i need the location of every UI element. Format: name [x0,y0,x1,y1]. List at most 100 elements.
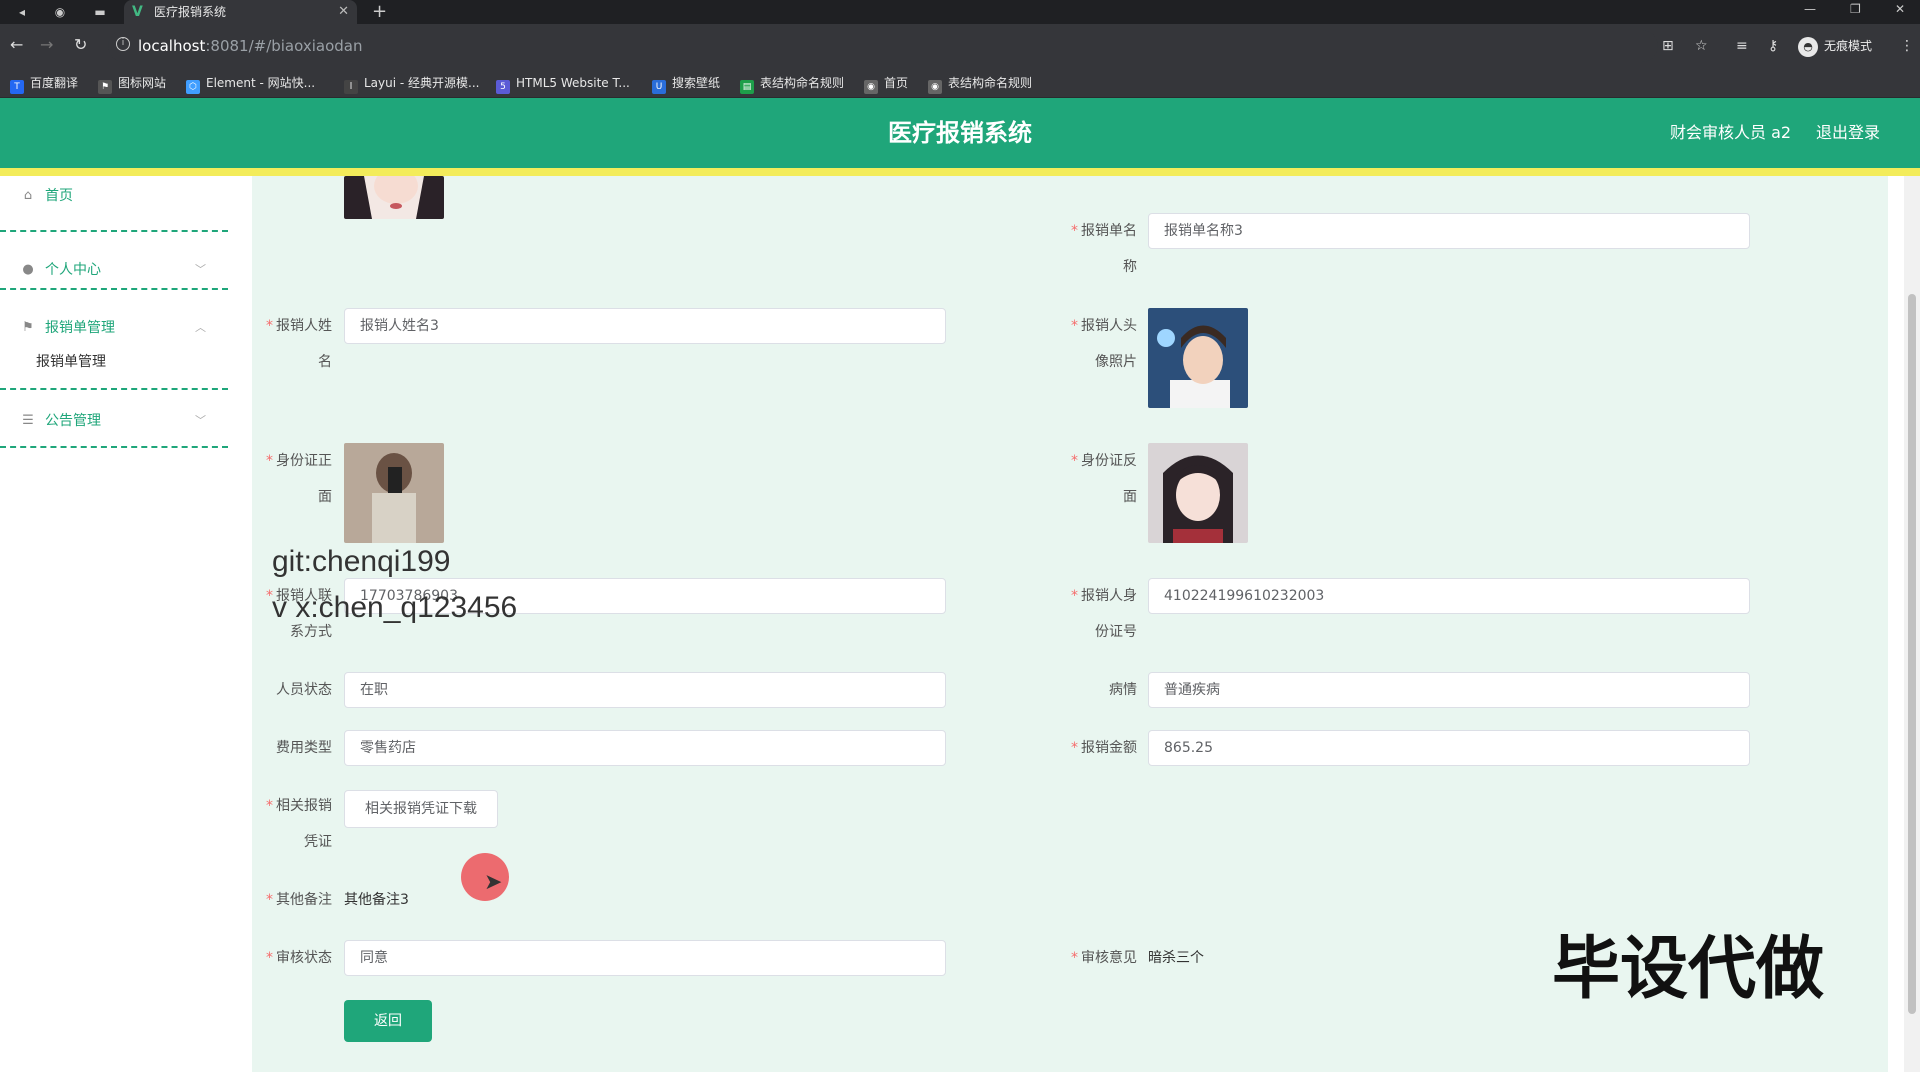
label-line: 报销金额 [1081,740,1137,756]
logout-link[interactable]: 退出登录 [1816,98,1880,168]
label-line: 面 [1123,489,1137,505]
app-title: 医疗报销系统 [888,119,1032,147]
wallpaper-icon: U [652,80,666,94]
label-line: 凭证 [304,834,332,850]
bookmark-item[interactable]: l Layui - 经典开源模... [344,68,479,98]
sidebar-subitem-reimbursement[interactable]: 报销单管理 [36,352,106,372]
label-line: 身份证正 [276,453,332,469]
restore-icon[interactable]: ❐ [1850,0,1861,18]
layui-icon: l [344,80,358,94]
url-path: :8081/#/biaoxiaodan [205,37,363,55]
label-line: 份证号 [1095,624,1137,640]
id-back-photo[interactable] [1148,443,1248,543]
avatar-label: * 报销人头 像照片 [1057,308,1137,380]
forward-arrow-icon[interactable]: → [40,35,53,55]
browser-tab[interactable]: V 医疗报销系统 ✕ [124,0,357,24]
back-arrow-icon[interactable]: ← [10,35,23,55]
sidebar-item-home[interactable]: ⌂ 首页 [0,176,228,232]
form-name-field[interactable]: 报销单名称3 [1148,213,1750,249]
avatar-photo[interactable] [1148,308,1248,408]
id-number-field[interactable]: 410224199610232003 [1148,578,1750,614]
label-line: 报销人头 [1081,318,1137,334]
label-line: 报销人姓 [276,318,332,334]
fee-type-field[interactable]: 零售药店 [344,730,946,766]
key-icon[interactable]: ⚷ [1768,37,1778,55]
window-icon[interactable]: ▬ [88,0,112,24]
flag-icon: ⚑ [98,80,112,94]
address-bar: ← → ↻ i localhost:8081/#/biaoxiaodan ⊞ ☆… [0,24,1920,68]
scrollbar[interactable] [1904,176,1920,1072]
home-icon: ⌂ [23,188,33,203]
remark-value: 其他备注3 [344,892,409,908]
incognito-indicator[interactable]: ◓ 无痕模式 [1798,36,1872,57]
label-line: 面 [318,489,332,505]
illness-label: 病情 [1109,682,1137,698]
bookmark-item[interactable]: 5 HTML5 Website T... [496,68,630,98]
url-field[interactable]: i localhost:8081/#/biaoxiaodan [108,30,1658,62]
incognito-icon: ◓ [1798,36,1818,57]
sidebar-item-notice[interactable]: ☰ 公告管理 ﹀ [0,390,228,448]
bookmark-item[interactable]: ⚑ 图标网站 [98,68,166,98]
id-front-photo[interactable] [344,443,444,543]
name-label: * 报销人姓名 [252,308,332,380]
id-back-label: * 身份证反面 [1057,443,1137,515]
bookmark-item[interactable]: T 百度翻译 [10,68,78,98]
form-name-label: * 报销单名称 [1057,213,1137,285]
close-window-icon[interactable]: ✕ [1895,0,1905,18]
minimize-icon[interactable]: — [1804,0,1816,18]
cut-off-photo [344,176,444,219]
globe-icon[interactable]: ◉ [48,0,72,24]
label-line: 报销单名 [1081,223,1137,239]
baidu-translate-icon: T [10,80,24,94]
remark-label: * 其他备注 [266,892,332,908]
voucher-download-button[interactable]: 相关报销凭证下载 [344,790,498,828]
bookmark-label: 表结构命名规则 [760,76,845,90]
back-button[interactable]: 返回 [344,1000,432,1042]
bookmark-label: HTML5 Website T... [516,76,630,90]
vue-logo-icon: V [132,4,143,20]
bookmark-item[interactable]: U 搜索壁纸 [652,68,720,98]
reload-icon[interactable]: ↻ [74,35,87,55]
close-tab-icon[interactable]: ✕ [338,0,349,24]
bookmark-item[interactable]: ◉ 首页 [864,68,908,98]
mute-icon[interactable]: ◂ [10,0,34,24]
browser-tab-bar: ◂ ◉ ▬ V 医疗报销系统 ✕ + — ❐ ✕ [0,0,1920,24]
info-icon[interactable]: i [116,37,130,51]
bookmark-label: 表结构命名规则 [948,76,1033,90]
name-field[interactable]: 报销人姓名3 [344,308,946,344]
bookmark-label: 搜索壁纸 [672,76,721,90]
illness-field[interactable]: 普通疾病 [1148,672,1750,708]
globe-icon: ◉ [864,80,878,94]
label-line: 审核状态 [276,950,332,966]
scrollbar-thumb[interactable] [1908,294,1916,1014]
label-line: 名 [318,354,332,370]
sidebar-item-personal[interactable]: ● 个人中心 ﹀ [0,232,228,290]
id-front-label: * 身份证正面 [252,443,332,515]
bookmark-label: 图标网站 [118,76,167,90]
star-icon[interactable]: ☆ [1695,37,1708,55]
review-opinion-label: * 审核意见 [1071,950,1137,966]
bookmark-label: 首页 [884,76,909,90]
review-opinion-value: 暗杀三个 [1148,950,1204,966]
bookmark-label: Layui - 经典开源模... [364,76,480,90]
voucher-label: * 相关报销 凭证 [252,788,332,860]
sidebar-item-reimbursement[interactable]: ⚑ 报销单管理 ︿ [0,290,228,348]
label-line: 审核意见 [1081,950,1137,966]
bookmark-item[interactable]: ⬡ Element - 网站快... [186,68,315,98]
review-status-field[interactable]: 同意 [344,940,946,976]
status-label: 人员状态 [276,682,332,698]
bookmark-item[interactable]: ◉ 表结构命名规则 [928,68,1032,98]
translate-icon[interactable]: ⊞ [1662,37,1674,55]
review-status-label: * 审核状态 [266,950,332,966]
status-field[interactable]: 在职 [344,672,946,708]
label-line: 报销人身 [1081,588,1137,604]
label-line: 相关报销 [276,798,332,814]
new-tab-icon[interactable]: + [372,0,387,24]
reading-list-icon[interactable]: ≡ [1736,37,1748,55]
menu-kebab-icon[interactable]: ⋮ [1900,37,1914,55]
amount-field[interactable]: 865.25 [1148,730,1750,766]
sidebar-item-label: 公告管理 [45,413,101,429]
chevron-up-icon: ︿ [195,321,206,334]
cursor-icon: ➤ [484,870,503,895]
bookmark-item[interactable]: ▤ 表结构命名规则 [740,68,844,98]
